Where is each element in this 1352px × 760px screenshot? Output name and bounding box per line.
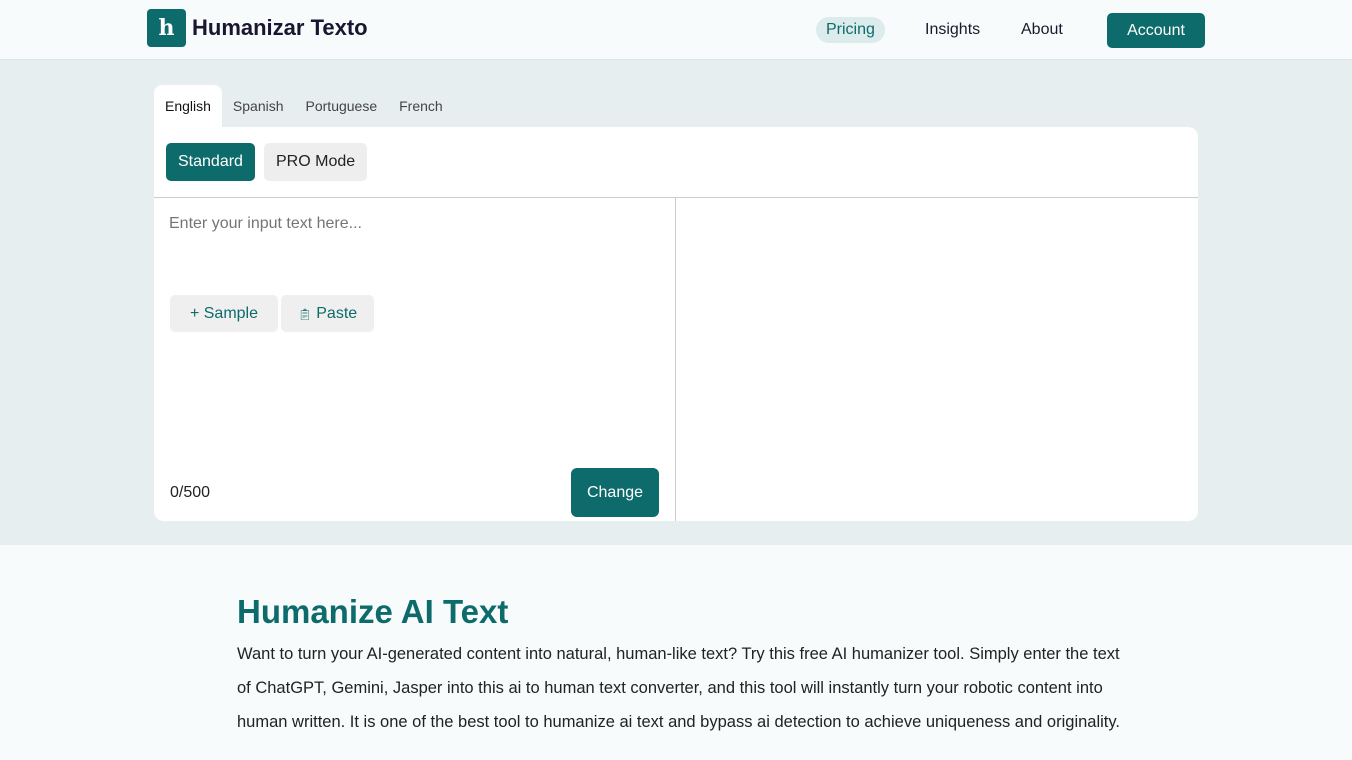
nav-insights[interactable]: Insights (915, 17, 990, 43)
article-title: Humanize AI Text (237, 593, 509, 630)
article: Humanize AI Text Want to turn your AI-ge… (0, 545, 1130, 739)
top-nav: h Humanizar Texto Pricing Insights About… (0, 0, 1352, 60)
logo-icon: h (147, 9, 186, 47)
pro-mode-button[interactable]: PRO Mode (264, 143, 368, 181)
brand-name: Humanizar Texto (192, 15, 368, 40)
tab-english[interactable]: English (154, 85, 222, 127)
input-text[interactable] (169, 215, 659, 233)
divider (154, 197, 1198, 198)
char-count: 0/500 (170, 484, 211, 501)
tab-portuguese[interactable]: Portuguese (295, 85, 389, 127)
language-tabs: English Spanish Portuguese French (154, 85, 454, 127)
tab-french[interactable]: French (388, 85, 454, 127)
divider (675, 197, 676, 521)
standard-mode-button[interactable]: Standard (166, 143, 255, 181)
nav-about[interactable]: About (1011, 17, 1073, 43)
paste-label: Paste (316, 304, 358, 322)
sample-button[interactable]: + Sample (170, 295, 278, 332)
account-button[interactable]: Account (1107, 13, 1205, 48)
tab-spanish[interactable]: Spanish (222, 85, 295, 127)
change-button[interactable]: Change (571, 468, 659, 517)
editor-card: Standard PRO Mode + Sample 📋︎ Paste 0/50… (154, 127, 1198, 521)
paste-button[interactable]: 📋︎ Paste (281, 295, 374, 332)
tool-section: English Spanish Portuguese French Standa… (0, 60, 1352, 545)
article-body: Want to turn your AI-generated content i… (237, 645, 1120, 731)
logo[interactable]: h Humanizar Texto (147, 9, 368, 47)
clipboard-icon: 📋︎ (297, 308, 312, 321)
nav-pricing[interactable]: Pricing (816, 17, 885, 43)
